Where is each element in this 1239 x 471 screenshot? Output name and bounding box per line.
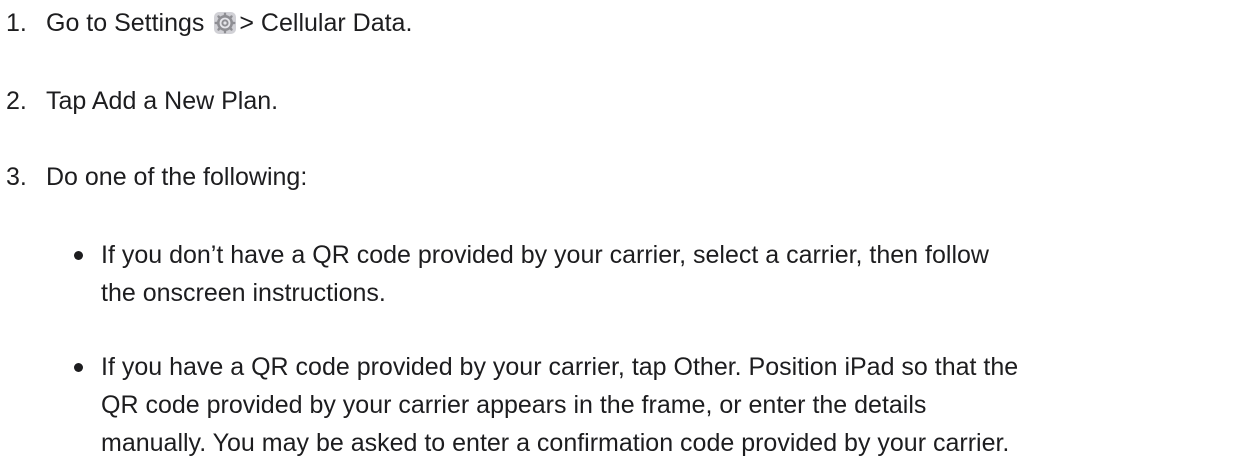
settings-gear-icon xyxy=(214,10,237,34)
step-3: 3. Do one of the following: xyxy=(0,161,307,193)
step-number: 3. xyxy=(6,163,27,191)
instructions-document: 1. Go to Settings > Cellular Data. 2. Ta… xyxy=(0,0,1239,471)
step-text: Tap Add a New Plan. xyxy=(46,87,279,115)
bullet-item-no-qr-code: If you don’t have a QR code provided by … xyxy=(74,236,1234,312)
step-2: 2. Tap Add a New Plan. xyxy=(0,85,278,117)
bullet-item-have-qr-code: If you have a QR code provided by your c… xyxy=(74,348,1234,462)
bullet-dot-icon xyxy=(74,363,83,372)
bullet-text: If you don’t have a QR code provided by … xyxy=(101,241,989,307)
step-text: Do one of the following: xyxy=(46,163,308,191)
step-text: Go to Settings xyxy=(46,9,205,37)
step-text-continued: > Cellular Data. xyxy=(239,9,413,37)
step-1: 1. Go to Settings > Cellular Data. xyxy=(0,7,412,39)
step-number: 2. xyxy=(6,87,27,115)
bullet-dot-icon xyxy=(74,251,83,260)
bullet-text: If you have a QR code provided by your c… xyxy=(101,353,1019,457)
step-number: 1. xyxy=(6,9,27,37)
